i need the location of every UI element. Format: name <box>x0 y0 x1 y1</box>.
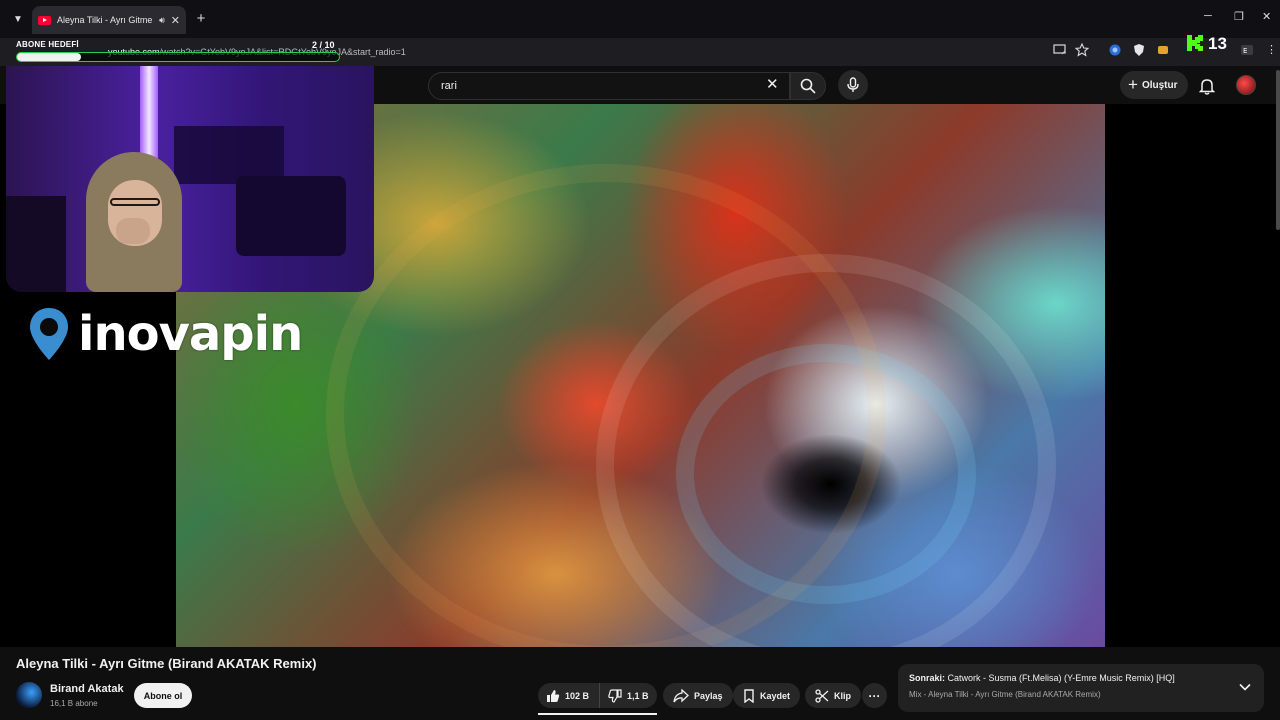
up-next-prefix: Sonraki: <box>909 673 946 683</box>
bookmark-star-icon[interactable] <box>1075 43 1089 57</box>
channel-subscriber-count: 16,1 B abone <box>50 699 98 708</box>
svg-text:E: E <box>1243 47 1247 55</box>
kick-logo-icon <box>1187 35 1203 51</box>
notifications-button[interactable] <box>1196 75 1218 97</box>
minimize-icon[interactable]: ─ <box>1204 10 1212 22</box>
more-actions-ellipsis-icon[interactable]: ··· <box>862 683 887 708</box>
profile-initial-icon[interactable]: E <box>1240 43 1254 57</box>
foreground-shadow <box>6 196 66 292</box>
plus-icon: + <box>1128 75 1138 94</box>
dislike-button[interactable]: 1,1 B <box>600 683 649 708</box>
youtube-favicon-icon <box>38 15 51 25</box>
up-next-card[interactable]: Sonraki: Catwork - Susma (Ft.Melisa) (Y-… <box>898 664 1264 712</box>
player-right-letterbox <box>1105 104 1280 647</box>
thumbs-down-icon <box>608 688 622 703</box>
kick-follower-count: 13 <box>1208 34 1227 53</box>
speaker-icon[interactable]: 🔊︎ <box>159 15 165 26</box>
clip-button[interactable]: Klip <box>805 683 861 708</box>
browser-tab-strip: ▼ Aleyna Tilki - Ayrı Gitme (Bi 🔊︎ ✕ + ─… <box>0 0 1280 38</box>
thumbs-up-icon <box>547 689 560 702</box>
like-count: 102 B <box>565 690 590 701</box>
extension-blue-icon[interactable] <box>1108 43 1122 57</box>
channel-name[interactable]: Birand Akatak <box>50 683 124 695</box>
create-label: Oluştur <box>1141 79 1178 91</box>
account-avatar[interactable] <box>1236 75 1256 95</box>
swirl-ring <box>326 164 886 647</box>
goal-progress-fill <box>17 53 82 61</box>
dislike-count: 1,1 B <box>627 690 649 701</box>
goal-progress-bar <box>16 52 340 62</box>
background-chair <box>236 176 346 256</box>
share-button[interactable]: Paylaş <box>663 683 733 708</box>
microphone-icon <box>847 77 859 92</box>
streamer-person <box>76 152 196 292</box>
save-label: Kaydet <box>760 690 791 701</box>
up-next-title-line: Sonraki: Catwork - Susma (Ft.Melisa) (Y-… <box>909 673 1175 683</box>
save-button[interactable]: Kaydet <box>733 683 801 708</box>
extension-shield-icon[interactable] <box>1132 43 1146 57</box>
share-arrow-icon <box>673 688 689 702</box>
tab-title: Aleyna Tilki - Ayrı Gitme (Bi <box>57 15 153 25</box>
like-button[interactable]: 102 B <box>538 683 600 708</box>
map-pin-logo-icon <box>30 308 68 360</box>
browser-tab-active[interactable]: Aleyna Tilki - Ayrı Gitme (Bi 🔊︎ ✕ <box>32 6 186 34</box>
up-next-playlist: Mix - Aleyna Tilki - Ayrı Gitme (Birand … <box>909 690 1101 699</box>
extension-yellow-icon[interactable] <box>1156 43 1170 57</box>
subscribe-button[interactable]: Abone ol <box>134 683 192 708</box>
bookmark-icon <box>744 688 754 703</box>
new-tab-plus-icon[interactable]: + <box>192 9 210 27</box>
window-close-icon[interactable]: ✕ <box>1262 10 1271 23</box>
search-input[interactable]: rari <box>428 72 790 100</box>
chevron-down-icon[interactable] <box>1238 680 1252 694</box>
tab-close-icon[interactable]: ✕ <box>171 14 180 27</box>
search-clear-icon[interactable]: ✕ <box>766 76 779 94</box>
restore-icon[interactable]: ❐ <box>1234 10 1244 23</box>
like-dislike-group: 102 B 1,1 B <box>538 683 657 708</box>
browser-menu-icon[interactable]: ⋮ <box>1266 43 1277 56</box>
voice-search-button[interactable] <box>838 70 868 100</box>
channel-avatar[interactable] <box>16 682 42 708</box>
clip-label: Klip <box>834 690 851 701</box>
goal-count: 2 / 10 <box>312 40 335 50</box>
search-button[interactable] <box>790 72 826 100</box>
up-next-title: Catwork - Susma (Ft.Melisa) (Y-Emre Musi… <box>947 673 1175 683</box>
goal-label: ABONE HEDEFİ <box>16 40 79 49</box>
video-title: Aleyna Tilki - Ayrı Gitme (Birand AKATAK… <box>16 656 317 671</box>
bell-icon <box>1199 79 1215 95</box>
streamer-webcam <box>6 66 374 292</box>
create-button[interactable]: + Oluştur <box>1120 71 1188 99</box>
tab-search-chevron-icon[interactable]: ▼ <box>8 9 28 29</box>
like-underline <box>538 713 657 715</box>
share-label: Paylaş <box>694 690 723 701</box>
search-query: rari <box>441 80 457 92</box>
sponsor-logo-text: inovapin <box>78 306 303 362</box>
search-icon <box>800 78 816 94</box>
cast-icon[interactable] <box>1053 43 1067 57</box>
page-scrollbar[interactable] <box>1276 70 1280 230</box>
scissors-icon <box>815 688 829 703</box>
